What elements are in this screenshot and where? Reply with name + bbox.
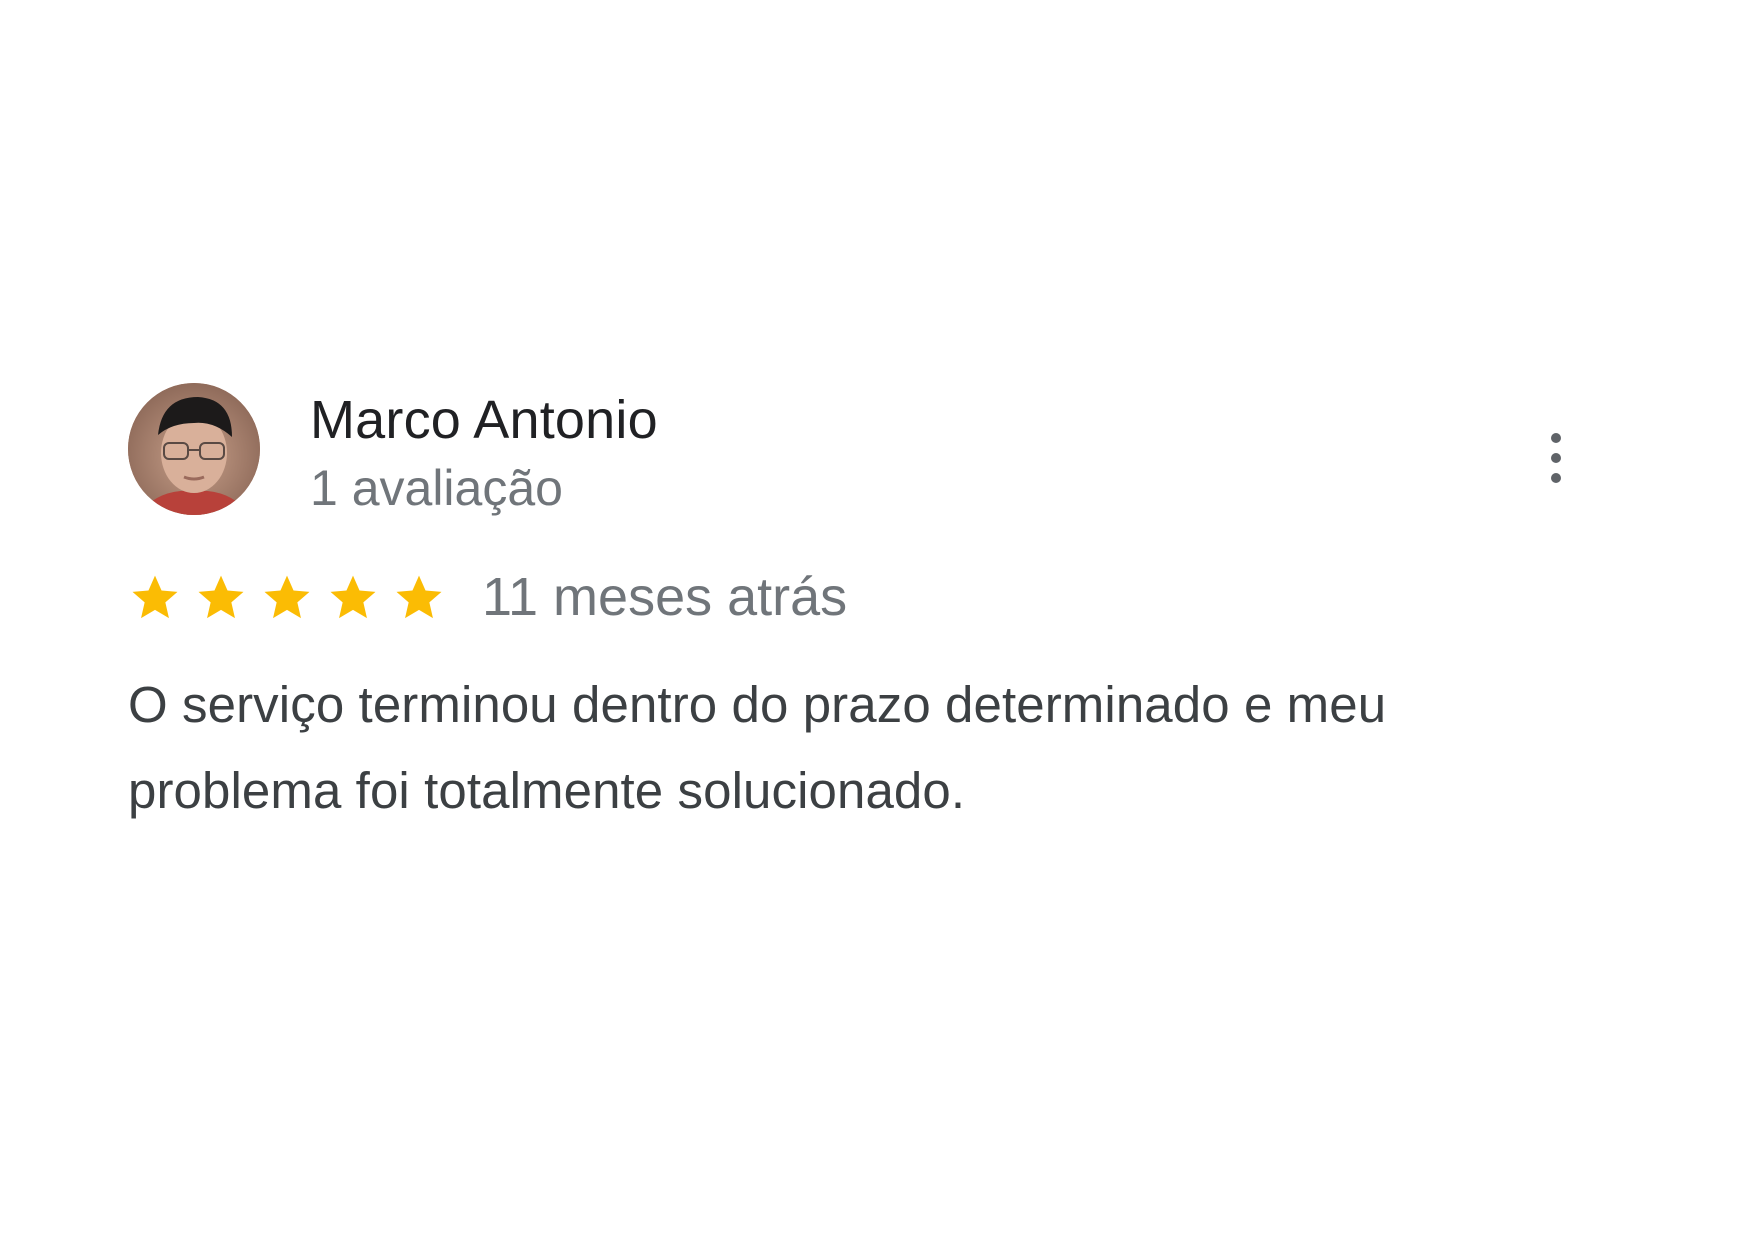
review-count[interactable]: 1 avaliação	[310, 456, 658, 520]
star-icon	[264, 575, 310, 619]
reviewer-name[interactable]: Marco Antonio	[310, 388, 658, 452]
reviewer-photo	[128, 383, 260, 515]
star-icon	[330, 575, 376, 619]
star-icon	[132, 575, 178, 619]
review-time: 11 meses atrás	[482, 567, 848, 627]
review-card: Marco Antonio 1 avaliação 11 meses atrás…	[128, 380, 1588, 834]
star-rating	[128, 567, 446, 627]
star-icon	[198, 575, 244, 619]
rating-row: 11 meses atrás	[128, 562, 1588, 632]
review-header: Marco Antonio 1 avaliação	[128, 380, 1588, 516]
more-vert-icon	[1551, 433, 1561, 483]
avatar[interactable]	[128, 383, 260, 515]
more-options-button[interactable]	[1534, 428, 1578, 488]
review-text: O serviço terminou dentro do prazo deter…	[128, 676, 1387, 819]
star-icon	[396, 575, 442, 619]
reviewer-info: Marco Antonio 1 avaliação	[310, 388, 658, 520]
